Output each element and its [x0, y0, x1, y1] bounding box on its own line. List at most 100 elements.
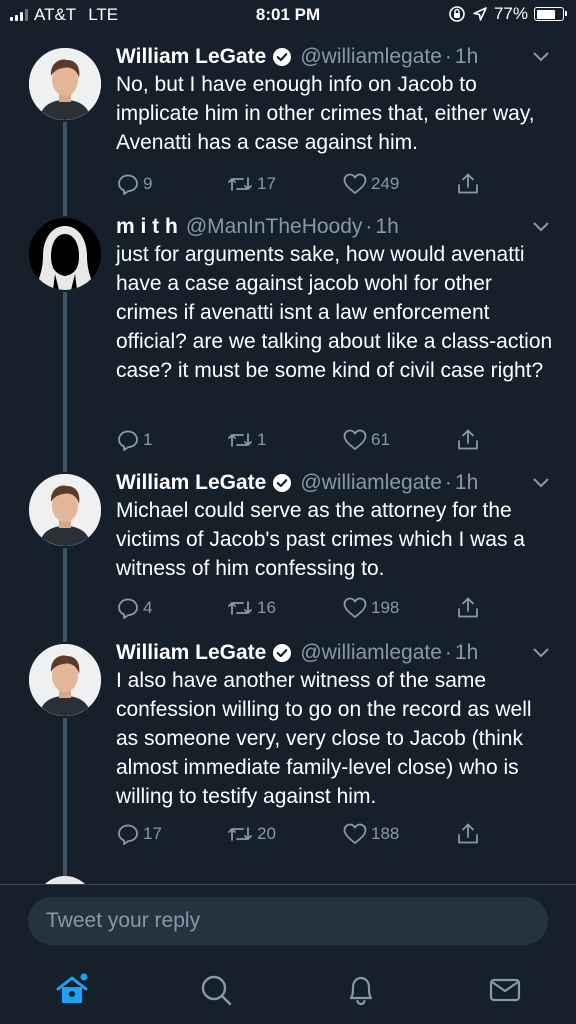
share-icon — [458, 597, 478, 618]
like-button[interactable]: 249 — [342, 172, 399, 196]
author-name[interactable]: William LeGate — [116, 471, 266, 495]
messages-icon — [489, 978, 521, 1002]
like-button[interactable]: 198 — [342, 596, 399, 620]
reply-bar: Tweet your reply — [0, 884, 576, 955]
author-name[interactable]: William LeGate — [116, 641, 266, 665]
like-button[interactable]: 188 — [342, 822, 399, 846]
verified-badge-icon — [273, 48, 292, 66]
retweet-button[interactable]: 17 — [226, 172, 276, 196]
tweet-time: 1h — [375, 215, 399, 238]
retweet-icon — [228, 601, 252, 615]
like-count: 198 — [371, 598, 400, 617]
tweet-time: 1h — [454, 471, 479, 494]
like-count: 249 — [371, 174, 400, 193]
tweet-actions: 9 17 249 — [116, 172, 478, 200]
reply-count: 9 — [143, 174, 153, 193]
battery-percent: 77% — [493, 4, 528, 23]
verified-badge-icon — [273, 474, 292, 492]
like-count: 188 — [371, 824, 400, 843]
reply-icon — [118, 174, 138, 195]
reply-button[interactable]: 1 — [116, 428, 152, 452]
heart-icon — [343, 597, 367, 618]
avatar[interactable] — [27, 642, 103, 718]
heart-icon — [343, 823, 367, 844]
chevron-down-icon[interactable] — [532, 646, 550, 658]
heart-icon — [343, 173, 367, 194]
verified-badge-icon — [273, 644, 292, 662]
retweet-button[interactable]: 16 — [226, 596, 276, 620]
reply-icon — [118, 430, 138, 451]
tweet-header: William LeGate @williamlegate · 1h — [116, 42, 536, 72]
reply-count: 17 — [143, 824, 162, 843]
tweet-actions: 17 20 188 — [116, 822, 478, 850]
retweet-icon — [228, 827, 252, 841]
author-handle[interactable]: @ManInTheHoody — [186, 215, 363, 239]
tweet-text: just for arguments sake, how would avena… — [116, 243, 553, 382]
status-right: 77% — [448, 4, 567, 24]
tweet-actions: 4 16 198 — [116, 596, 478, 624]
retweet-button[interactable]: 1 — [226, 428, 266, 452]
share-button[interactable] — [456, 822, 480, 846]
reply-input[interactable]: Tweet your reply — [28, 897, 548, 945]
reply-count: 1 — [143, 430, 153, 449]
tweet[interactable]: William LeGate @williamlegate · 1h I als… — [0, 638, 576, 858]
share-button[interactable] — [456, 428, 480, 452]
avatar[interactable] — [27, 46, 103, 122]
search-icon — [201, 975, 232, 1006]
retweet-button[interactable]: 20 — [226, 822, 276, 846]
separator-dot: · — [444, 45, 452, 68]
tweet-actions: 1 1 61 — [116, 428, 478, 456]
avatar[interactable] — [27, 472, 103, 548]
author-name[interactable]: m i t h — [116, 215, 178, 239]
share-icon — [458, 173, 478, 194]
share-button[interactable] — [456, 596, 480, 620]
separator-dot: · — [365, 215, 373, 238]
like-button[interactable]: 61 — [342, 428, 390, 452]
chevron-down-icon[interactable] — [532, 476, 550, 488]
tweet-time: 1h — [454, 641, 479, 664]
tab-home[interactable] — [54, 972, 90, 1008]
tweet-header: William LeGate @williamlegate · 1h — [116, 468, 536, 498]
author-name[interactable]: William LeGate — [116, 45, 266, 69]
reply-count: 4 — [143, 598, 153, 617]
separator-dot: · — [444, 641, 452, 664]
tweet-text: I also have another witness of the same … — [116, 669, 532, 808]
status-bar: AT&T LTE 8:01 PM 77% — [0, 0, 576, 32]
tweet-header: William LeGate @williamlegate · 1h — [116, 638, 536, 668]
tab-notifications[interactable] — [343, 972, 379, 1008]
reply-button[interactable]: 9 — [116, 172, 152, 196]
retweet-count: 17 — [257, 174, 276, 193]
retweet-icon — [228, 433, 252, 447]
retweet-count: 20 — [257, 824, 276, 843]
tweet[interactable]: William LeGate @williamlegate · 1h Micha… — [0, 468, 576, 638]
tweet-text: Michael could serve as the attorney for … — [116, 499, 525, 580]
avatar[interactable] — [27, 216, 103, 292]
reply-button[interactable]: 17 — [116, 822, 162, 846]
chevron-down-icon[interactable] — [532, 220, 550, 232]
tweet-time: 1h — [454, 45, 479, 68]
tweet[interactable]: m i t h @ManInTheHoody · 1h just for arg… — [0, 212, 576, 470]
heart-icon — [343, 429, 367, 450]
author-handle[interactable]: @williamlegate — [300, 45, 442, 69]
reply-icon — [118, 824, 138, 845]
reply-button[interactable]: 4 — [116, 596, 152, 620]
retweet-count: 1 — [257, 430, 267, 449]
reply-icon — [118, 598, 138, 619]
like-count: 61 — [371, 430, 390, 449]
retweet-icon — [228, 177, 252, 191]
tab-messages[interactable] — [487, 972, 523, 1008]
home-icon — [56, 973, 88, 1003]
tab-bar — [0, 954, 576, 1024]
share-button[interactable] — [456, 172, 480, 196]
tweet-header: m i t h @ManInTheHoody · 1h — [116, 212, 536, 242]
tab-search[interactable] — [198, 972, 234, 1008]
author-handle[interactable]: @williamlegate — [300, 641, 442, 665]
retweet-count: 16 — [257, 598, 276, 617]
share-icon — [458, 429, 478, 450]
battery-icon — [534, 7, 567, 21]
location-icon — [473, 7, 487, 21]
share-icon — [458, 823, 478, 844]
chevron-down-icon[interactable] — [532, 50, 550, 62]
tweet[interactable]: William LeGate @williamlegate · 1h No, b… — [0, 42, 576, 212]
author-handle[interactable]: @williamlegate — [300, 471, 442, 495]
